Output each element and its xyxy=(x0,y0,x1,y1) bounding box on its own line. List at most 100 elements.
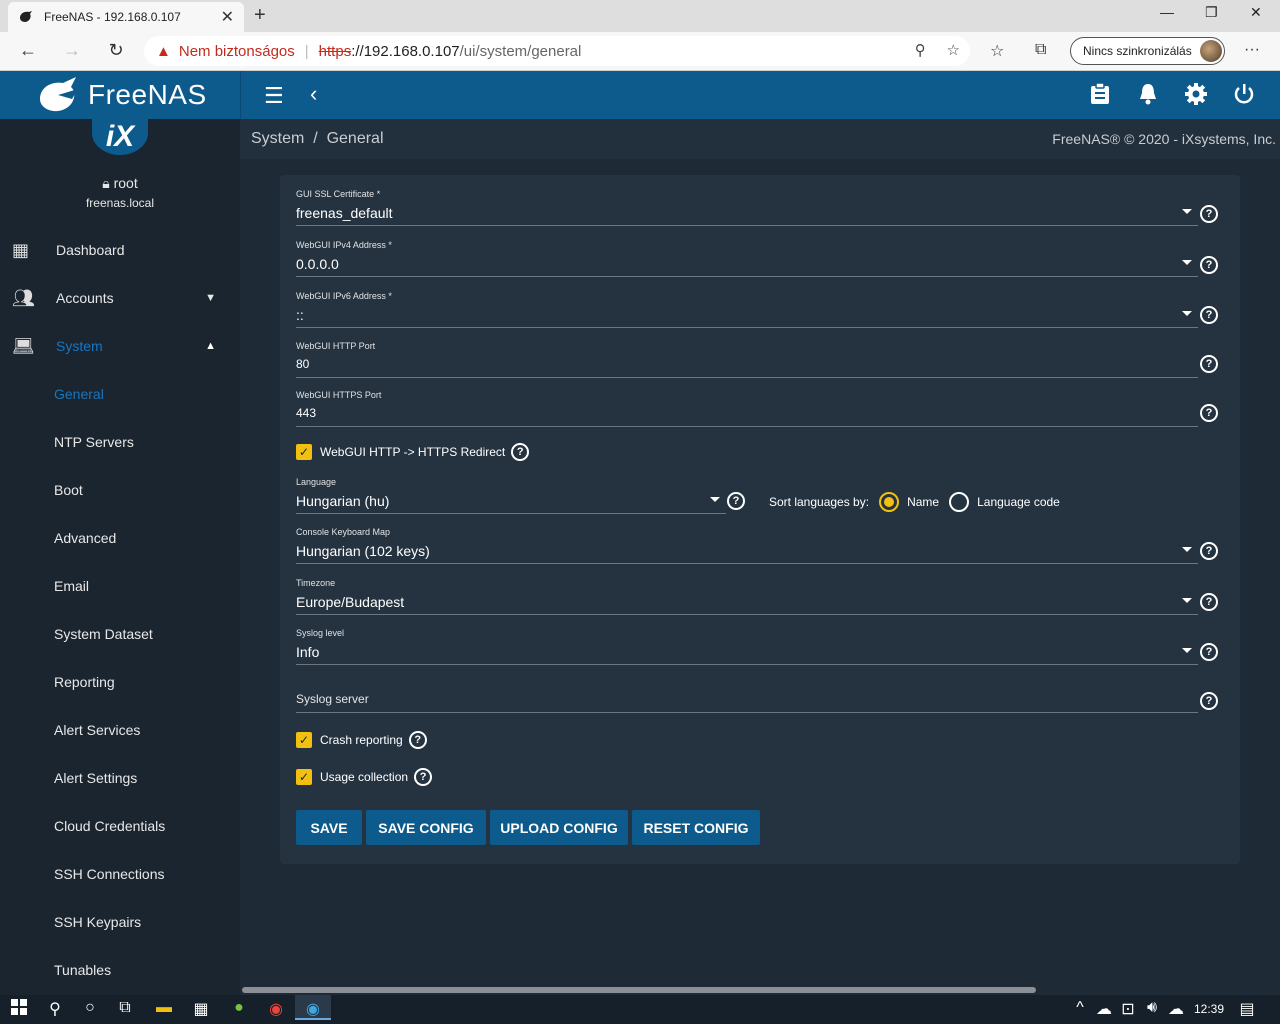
search-icon[interactable]: ⚲ xyxy=(44,999,66,1019)
https-port-input[interactable]: WebGUI HTTPS Port 443 xyxy=(296,390,1198,427)
timezone-select[interactable]: Timezone Europe/Budapest xyxy=(296,578,1198,615)
reload-icon[interactable]: ↻ xyxy=(104,40,128,61)
field-label: Console Keyboard Map xyxy=(296,527,391,537)
notification-center-icon[interactable]: ▤ xyxy=(1236,999,1258,1019)
help-icon[interactable]: ? xyxy=(1200,692,1218,710)
forward-icon[interactable]: → xyxy=(60,40,84,61)
http-port-input[interactable]: WebGUI HTTP Port 80 xyxy=(296,341,1198,378)
sidebar-subitem-email[interactable]: Email xyxy=(54,578,89,594)
crash-reporting-checkbox[interactable]: ✓ Crash reporting ? xyxy=(296,731,427,749)
ssl-certificate-select[interactable]: GUI SSL Certificate * freenas_default xyxy=(296,189,1198,226)
tray-chevron-icon[interactable]: ^ xyxy=(1069,999,1091,1017)
help-icon[interactable]: ? xyxy=(1200,593,1218,611)
favorites-icon[interactable]: ☆ xyxy=(990,41,1004,61)
sort-languages-group: Sort languages by: Name Language code xyxy=(769,492,1060,512)
ipv4-address-select[interactable]: WebGUI IPv4 Address * 0.0.0.0 xyxy=(296,240,1198,277)
sidebar-subitem-reporting[interactable]: Reporting xyxy=(54,674,115,690)
field-label: WebGUI IPv6 Address * xyxy=(296,291,392,301)
sidebar-item-accounts[interactable]: 👥︎ Accounts ▼ xyxy=(0,274,240,322)
language-select[interactable]: Language Hungarian (hu) xyxy=(296,477,726,514)
caret-down-icon: ▼ xyxy=(205,292,216,304)
sidebar-subitem-tunables[interactable]: Tunables xyxy=(54,962,111,978)
new-tab-icon[interactable]: + xyxy=(254,4,266,27)
url-path: /ui/system/general xyxy=(459,42,582,60)
syslog-level-select[interactable]: Syslog level Info xyxy=(296,628,1198,665)
upload-config-button[interactable]: UPLOAD CONFIG xyxy=(490,810,628,845)
usage-collection-checkbox[interactable]: ✓ Usage collection ? xyxy=(296,768,433,786)
save-config-button[interactable]: SAVE CONFIG xyxy=(366,810,486,845)
help-icon[interactable]: ? xyxy=(511,443,530,461)
freenas-logo[interactable]: FreeNAS xyxy=(0,71,240,119)
security-label[interactable]: Nem biztonságos xyxy=(179,43,295,60)
windows-start-icon[interactable] xyxy=(8,999,30,1020)
taskbar-clock[interactable]: 12:39 xyxy=(1194,1002,1224,1016)
sync-button[interactable]: Nincs szinkronizálás xyxy=(1070,37,1225,65)
chrome-icon[interactable]: ◉ xyxy=(265,999,287,1019)
sidebar-item-system[interactable]: 💻︎ System ▲ xyxy=(0,322,240,370)
sidebar-subitem-system-dataset[interactable]: System Dataset xyxy=(54,626,153,642)
minimize-icon[interactable]: — xyxy=(1160,4,1174,20)
help-icon[interactable]: ? xyxy=(1200,643,1218,661)
sidebar-subitem-cloud-credentials[interactable]: Cloud Credentials xyxy=(54,818,165,834)
tab-close-icon[interactable]: ✕ xyxy=(221,7,234,27)
help-icon[interactable]: ? xyxy=(408,731,427,749)
ipv6-address-select[interactable]: WebGUI IPv6 Address * :: xyxy=(296,291,1198,328)
sidebar-subitem-general[interactable]: General xyxy=(54,386,104,402)
menu-toggle-icon[interactable]: ☰ xyxy=(264,83,284,109)
window-close-icon[interactable]: ✕ xyxy=(1250,4,1262,21)
sidebar-item-dashboard[interactable]: ▦ Dashboard xyxy=(0,226,240,274)
torrent-app-icon[interactable]: ● xyxy=(228,999,250,1017)
sidebar-subitem-ssh-keypairs[interactable]: SSH Keypairs xyxy=(54,914,141,930)
save-button[interactable]: SAVE xyxy=(296,810,362,845)
help-icon[interactable]: ? xyxy=(727,492,745,510)
help-icon[interactable]: ? xyxy=(1200,256,1218,274)
sidebar-subitem-alert-settings[interactable]: Alert Settings xyxy=(54,770,137,786)
help-icon[interactable]: ? xyxy=(1200,355,1218,373)
calculator-icon[interactable]: ▦ xyxy=(190,999,212,1019)
edge-icon[interactable]: ◉ xyxy=(295,995,331,1020)
scrollbar-thumb[interactable] xyxy=(242,987,1036,993)
power-icon[interactable] xyxy=(1233,83,1255,111)
restore-icon[interactable]: ❐ xyxy=(1205,4,1218,21)
collections-icon[interactable]: ⧉ xyxy=(1035,41,1046,59)
sidebar-subitem-advanced[interactable]: Advanced xyxy=(54,530,116,546)
collapse-chevron-icon[interactable]: ‹ xyxy=(310,81,317,107)
keyboard-map-select[interactable]: Console Keyboard Map Hungarian (102 keys… xyxy=(296,527,1198,564)
breadcrumb-system[interactable]: System xyxy=(251,130,304,147)
dropdown-arrow-icon xyxy=(710,497,720,502)
breadcrumb-general: General xyxy=(326,130,384,147)
help-icon[interactable]: ? xyxy=(1200,306,1218,324)
sidebar-item-label: Dashboard xyxy=(56,242,125,258)
notifications-bell-icon[interactable] xyxy=(1138,83,1158,111)
clipboard-icon[interactable] xyxy=(1090,82,1110,111)
onedrive-cloud-icon[interactable]: ☁ xyxy=(1093,999,1115,1019)
sort-by-name-radio[interactable]: Name xyxy=(879,492,939,512)
field-value: Europe/Budapest xyxy=(296,594,405,610)
horizontal-scrollbar[interactable] xyxy=(240,985,1280,995)
browser-tab[interactable]: FreeNAS - 192.168.0.107 ✕ xyxy=(8,2,244,32)
help-icon[interactable]: ? xyxy=(414,768,433,786)
favorite-star-icon[interactable]: ☆ xyxy=(947,42,960,59)
sort-by-code-radio[interactable]: Language code xyxy=(949,492,1060,512)
volume-icon[interactable]: 🔊︎ xyxy=(1141,999,1163,1017)
zoom-icon[interactable]: ⚲ xyxy=(915,42,926,59)
cortana-icon[interactable]: ○ xyxy=(79,999,101,1017)
help-icon[interactable]: ? xyxy=(1200,205,1218,223)
address-bar[interactable]: ▲ Nem biztonságos | https ://192.168.0.1… xyxy=(144,36,970,66)
upload-cloud-icon[interactable]: ☁ xyxy=(1165,999,1187,1019)
settings-gear-icon[interactable] xyxy=(1185,83,1207,111)
file-explorer-icon[interactable]: ▬ xyxy=(153,999,175,1017)
network-icon[interactable]: ⊡ xyxy=(1117,999,1139,1019)
syslog-server-input[interactable]: Syslog server xyxy=(296,692,1198,713)
reset-config-button[interactable]: RESET CONFIG xyxy=(632,810,760,845)
sidebar-subitem-ntp-servers[interactable]: NTP Servers xyxy=(54,434,134,450)
help-icon[interactable]: ? xyxy=(1200,404,1218,422)
sidebar-subitem-ssh-connections[interactable]: SSH Connections xyxy=(54,866,165,882)
sidebar-subitem-boot[interactable]: Boot xyxy=(54,482,83,498)
back-icon[interactable]: ← xyxy=(16,40,40,61)
sidebar-subitem-alert-services[interactable]: Alert Services xyxy=(54,722,140,738)
https-redirect-checkbox[interactable]: ✓ WebGUI HTTP -> HTTPS Redirect ? xyxy=(296,443,530,461)
task-view-icon[interactable]: ⧉ xyxy=(114,999,136,1017)
help-icon[interactable]: ? xyxy=(1200,542,1218,560)
more-menu-icon[interactable]: ··· xyxy=(1244,41,1260,59)
